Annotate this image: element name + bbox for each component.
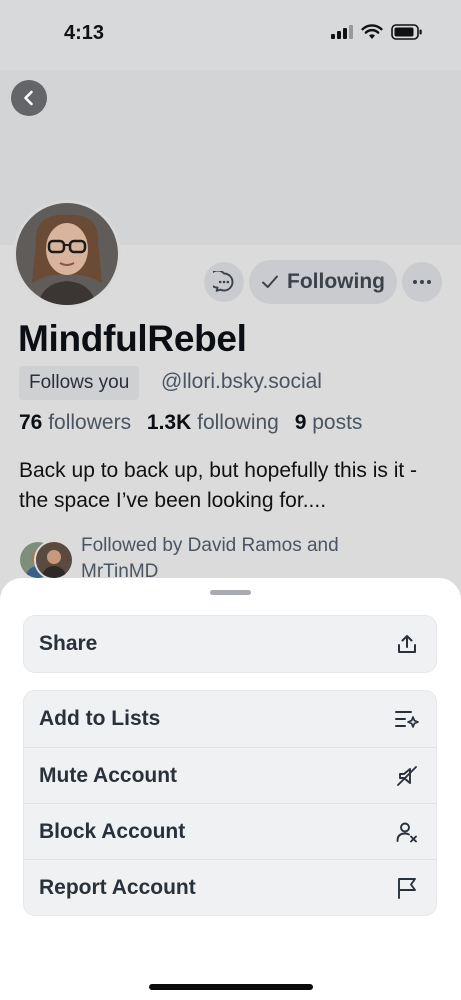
- mute-icon: [394, 763, 420, 789]
- checkmark-icon: [262, 275, 278, 288]
- following-button[interactable]: Following: [249, 260, 397, 304]
- block-account-label: Block Account: [39, 819, 186, 843]
- share-card: Share: [23, 615, 437, 673]
- status-icons: [331, 24, 423, 40]
- block-account-button[interactable]: Block Account: [24, 803, 436, 859]
- mute-account-button[interactable]: Mute Account: [24, 747, 436, 803]
- followers-link[interactable]: 76 followers: [19, 411, 131, 434]
- following-link[interactable]: 1.3K following: [147, 411, 279, 434]
- profile-handle: @llori.bsky.social: [161, 370, 322, 393]
- status-time: 4:13: [64, 22, 105, 44]
- following-label: Following: [287, 270, 385, 293]
- wifi-icon: [361, 24, 383, 39]
- add-to-lists-label: Add to Lists: [39, 707, 161, 730]
- profile-bio: Back up to back up, but hopefully this i…: [19, 459, 418, 512]
- following-label-stat: following: [197, 411, 279, 434]
- display-name: MindfulRebel: [18, 318, 247, 359]
- posts-link: 9 posts: [295, 411, 363, 434]
- block-user-icon: [394, 819, 420, 845]
- share-label: Share: [39, 632, 98, 655]
- avatar-portrait: [16, 203, 118, 305]
- more-options-button[interactable]: [402, 262, 442, 302]
- list-add-icon: [394, 706, 420, 732]
- following-count: 1.3K: [146, 411, 192, 434]
- add-to-lists-button[interactable]: Add to Lists: [24, 691, 436, 747]
- cellular-signal-icon: [331, 25, 353, 39]
- followed-by-avatars[interactable]: [18, 540, 74, 580]
- share-button[interactable]: Share: [24, 616, 436, 672]
- avatar[interactable]: [13, 200, 121, 308]
- mute-account-label: Mute Account: [39, 763, 178, 787]
- chat-bubble-icon: [213, 271, 234, 292]
- chevron-left-icon: [24, 90, 33, 106]
- followers-count: 76: [19, 411, 43, 434]
- share-icon: [394, 631, 420, 657]
- sheet-grabber[interactable]: [210, 590, 251, 595]
- follows-you-badge: Follows you: [19, 366, 140, 400]
- follower-avatar: [34, 540, 74, 580]
- profile-stats: 76 followers 1.3K following 9 posts: [19, 411, 362, 435]
- posts-count: 9: [294, 411, 307, 434]
- followers-label: followers: [48, 411, 132, 434]
- message-button[interactable]: [204, 262, 244, 302]
- ellipsis-icon: [413, 280, 431, 284]
- report-account-label: Report Account: [39, 875, 196, 899]
- account-actions-card: Add to Lists Mute Account Block Account: [23, 690, 437, 916]
- flag-icon: [394, 875, 420, 901]
- home-indicator[interactable]: [149, 984, 313, 990]
- back-button[interactable]: [11, 80, 47, 116]
- posts-label: posts: [312, 411, 363, 434]
- battery-icon: [391, 24, 422, 40]
- report-account-button[interactable]: Report Account: [24, 859, 436, 915]
